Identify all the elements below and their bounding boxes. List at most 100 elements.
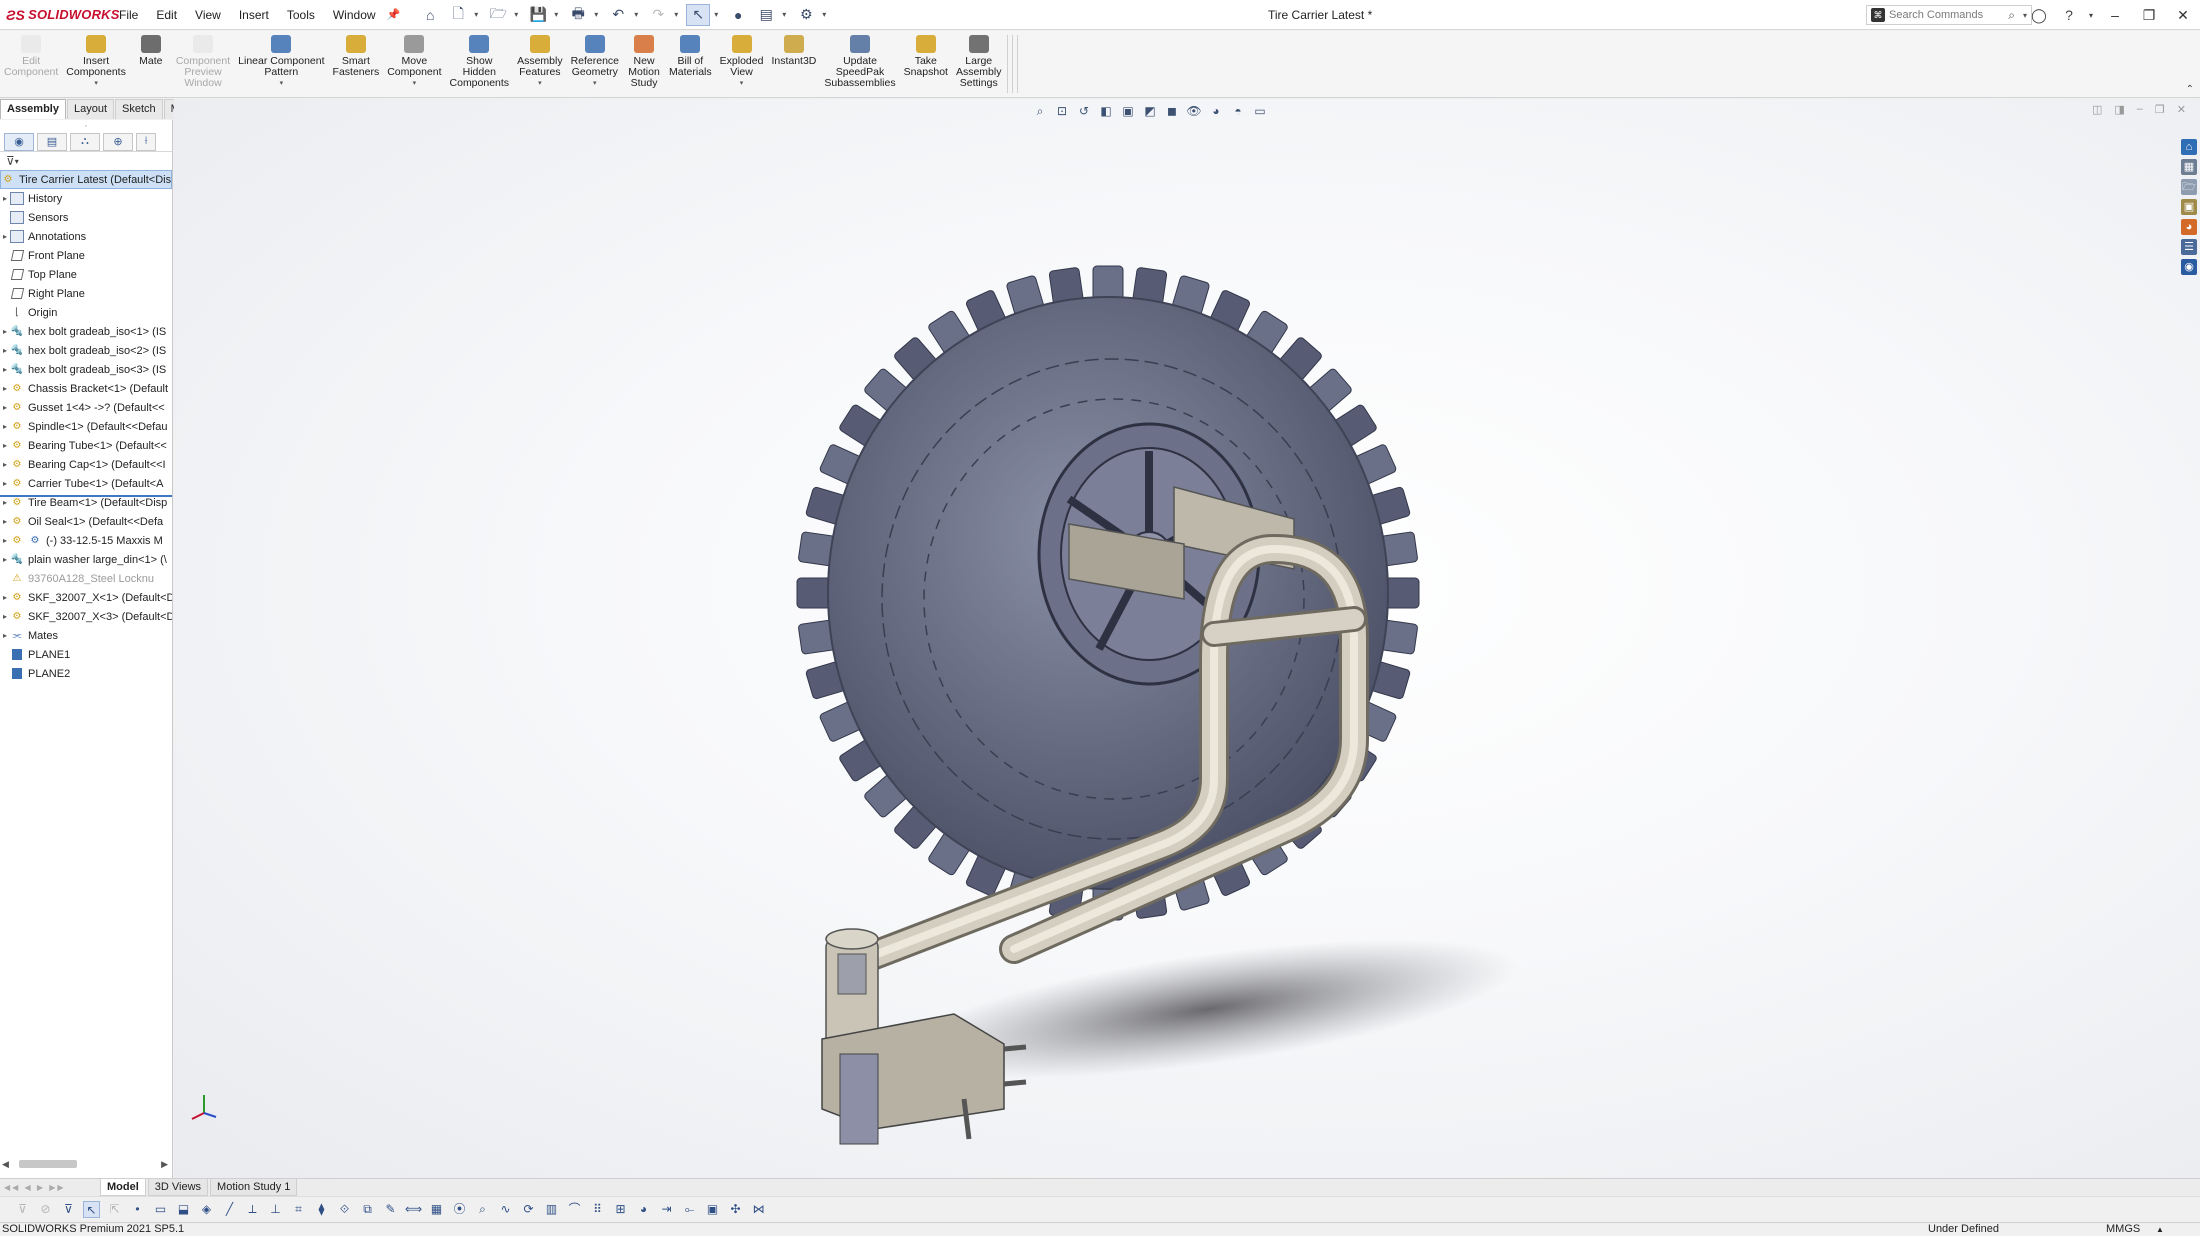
expand-arrow-icon[interactable]: ▸	[0, 232, 10, 241]
print-dropdown-icon[interactable]: ▾	[594, 10, 602, 19]
dimxpert-tab-icon[interactable]: ⊕	[103, 132, 133, 151]
ribbon-button-insert-components[interactable]: Insert Components ▾	[62, 31, 130, 97]
tree-item-front-plane[interactable]: Front Plane	[0, 246, 172, 265]
ribbon-button-exploded-view[interactable]: Exploded View ▾	[716, 31, 768, 97]
menu-edit[interactable]: Edit	[147, 8, 186, 22]
tree-item-chassis-bracket-1-default[interactable]: ▸ ⚙ Chassis Bracket<1> (Default	[0, 379, 172, 398]
ribbon-button-speedpak[interactable]: Update SpeedPak Subassemblies	[820, 31, 899, 97]
save-icon[interactable]: 💾	[526, 4, 550, 26]
collapse-ribbon-icon[interactable]: ⌃	[2186, 84, 2194, 95]
new-dropdown-icon[interactable]: ▾	[474, 10, 482, 19]
menu-insert[interactable]: Insert	[230, 8, 278, 22]
ribbon-button-reference-geometry[interactable]: Reference Geometry ▾	[567, 31, 623, 97]
expand-arrow-icon[interactable]: ▸	[0, 517, 10, 526]
filter-icon[interactable]: ⊽ ▾	[0, 152, 172, 170]
bearing-cap[interactable]	[825, 928, 879, 950]
menu-tools[interactable]: Tools	[278, 8, 324, 22]
options-gear-icon[interactable]: ⚙	[794, 4, 818, 26]
tab-sketch[interactable]: Sketch	[115, 99, 163, 119]
tangent-icon[interactable]: ⌒	[566, 1201, 583, 1218]
save-dropdown-icon[interactable]: ▾	[554, 10, 562, 19]
undo-dropdown-icon[interactable]: ▾	[634, 10, 642, 19]
search-mode-icon[interactable]: ⌘	[1871, 8, 1885, 22]
tree-item-mates[interactable]: ▸ ⫘ Mates	[0, 626, 172, 645]
select-other-icon[interactable]: ⇱	[106, 1201, 123, 1218]
tree-item-top-plane[interactable]: Top Plane	[0, 265, 172, 284]
new-document-icon[interactable]: 🗋	[446, 4, 470, 26]
paint-icon[interactable]: ✎	[382, 1201, 399, 1218]
tree-item-gusset-1-4-default[interactable]: ▸ ⚙ Gusset 1<4> ->? (Default<<	[0, 398, 172, 417]
expand-arrow-icon[interactable]: ▸	[0, 441, 10, 450]
print-icon[interactable]: 🖶	[566, 4, 590, 26]
ribbon-button-motion-study[interactable]: New Motion Study	[623, 31, 665, 97]
select-dropdown-icon[interactable]: ▾	[714, 10, 722, 19]
ribbon-button-smart-fasteners[interactable]: Smart Fasteners	[329, 31, 384, 97]
bearing-spindle[interactable]	[837, 953, 867, 995]
tree-item-sensors[interactable]: Sensors	[0, 208, 172, 227]
tab-assembly[interactable]: Assembly	[0, 99, 66, 119]
file-properties-icon[interactable]: ▤	[754, 4, 778, 26]
open-icon[interactable]: 🗁	[486, 4, 510, 26]
status-units[interactable]: MMGS	[2106, 1223, 2140, 1236]
selection-filter-icon[interactable]: ⊽	[60, 1201, 77, 1218]
gusset[interactable]	[839, 1053, 879, 1145]
undo-icon[interactable]: ↶	[606, 4, 630, 26]
configuration-manager-tab-icon[interactable]: ⛬	[70, 132, 100, 151]
explode-icon[interactable]: ✣	[727, 1201, 744, 1218]
tree-item-right-plane[interactable]: Right Plane	[0, 284, 172, 303]
tab-scroll-arrows-icon[interactable]: ◀◀ ◀ ▶ ▶▶	[0, 1183, 100, 1192]
menu-file[interactable]: File	[110, 8, 147, 22]
dim-icon[interactable]: ⟂	[244, 1201, 261, 1218]
scroll-thumb[interactable]	[18, 1160, 77, 1168]
help-icon[interactable]: ?	[2054, 7, 2084, 23]
tab-model[interactable]: Model	[100, 1179, 146, 1196]
solidworks-logo[interactable]: ƧS SOLIDWORKS	[0, 7, 119, 23]
expand-arrow-icon[interactable]: ▸	[0, 422, 10, 431]
expand-arrow-icon[interactable]: ▸	[0, 593, 10, 602]
filter-toolbar-icon[interactable]: ⊽	[14, 1201, 31, 1218]
tree-item-skf-32007-x-1-default-d[interactable]: ▸ ⚙ SKF_32007_X<1> (Default<D	[0, 588, 172, 607]
traffic-light-icon[interactable]: ●	[726, 4, 750, 26]
ribbon-dropdown-icon[interactable]: ▾	[280, 79, 284, 87]
search-icon[interactable]: ⌕	[2008, 8, 2015, 23]
ribbon-button-large-assembly[interactable]: Large Assembly Settings	[952, 31, 1006, 97]
ribbon-button-linear-pattern[interactable]: Linear Component Pattern ▾	[234, 31, 328, 97]
expand-arrow-icon[interactable]: ▸	[0, 460, 10, 469]
panel-splitter[interactable]: ◦	[0, 120, 172, 132]
hole-icon[interactable]: ⦿	[451, 1201, 468, 1218]
menu-view[interactable]: View	[186, 8, 230, 22]
histogram-icon[interactable]: ▥	[543, 1201, 560, 1218]
view-cube-icon[interactable]: ◈	[198, 1201, 215, 1218]
expand-arrow-icon[interactable]: ▸	[0, 403, 10, 412]
property-manager-tab-icon[interactable]: ▤	[37, 132, 67, 151]
ribbon-dropdown-icon[interactable]: ▾	[538, 79, 542, 87]
help-dropdown-icon[interactable]: ▾	[2084, 11, 2098, 20]
view-normal-icon[interactable]: ⬓	[175, 1201, 192, 1218]
ribbon-button-snapshot[interactable]: Take Snapshot	[900, 31, 952, 97]
filter-clear-icon[interactable]: ⊘	[37, 1201, 54, 1218]
ribbon-button-bom[interactable]: Bill of Materials	[665, 31, 716, 97]
tab-layout[interactable]: Layout	[66, 99, 115, 119]
ribbon-dropdown-icon[interactable]: ▾	[413, 79, 417, 87]
expand-arrow-icon[interactable]: ▸	[0, 631, 10, 640]
tree-item-93760a128-steel-locknu[interactable]: ⚠ 93760A128_Steel Locknu	[0, 569, 172, 588]
expand-arrow-icon[interactable]: ▸	[0, 612, 10, 621]
tree-item-oil-seal-1-default-defa[interactable]: ▸ ⚙ Oil Seal<1> (Default<<Defa	[0, 512, 172, 531]
offset-icon[interactable]: ⧉	[359, 1201, 376, 1218]
tree-item-plane2[interactable]: PLANE2	[0, 664, 172, 683]
ribbon-dropdown-icon[interactable]: ▾	[94, 79, 98, 87]
curve-icon[interactable]: ∿	[497, 1201, 514, 1218]
ribbon-button-instant3d[interactable]: Instant3D	[767, 31, 820, 97]
plane-icon[interactable]: ▭	[152, 1201, 169, 1218]
close-icon[interactable]: ✕	[2166, 7, 2200, 24]
ribbon-dropdown-icon[interactable]: ▾	[593, 79, 597, 87]
search-commands[interactable]: ⌘ Search Commands ⌕ ▾	[1866, 5, 2032, 25]
expand-arrow-icon[interactable]: ▸	[0, 498, 10, 507]
relation-icon[interactable]: ⊥	[267, 1201, 284, 1218]
tree-root[interactable]: ⚙ Tire Carrier Latest (Default<Displ	[0, 170, 172, 189]
file-props-dropdown-icon[interactable]: ▾	[782, 10, 790, 19]
options-dropdown-icon[interactable]: ▾	[822, 10, 830, 19]
tree-item-skf-32007-x-3-default-d[interactable]: ▸ ⚙ SKF_32007_X<3> (Default<D	[0, 607, 172, 626]
pin-icon[interactable]: 📌	[387, 8, 401, 21]
tree-item-bearing-tube-1-default[interactable]: ▸ ⚙ Bearing Tube<1> (Default<<	[0, 436, 172, 455]
